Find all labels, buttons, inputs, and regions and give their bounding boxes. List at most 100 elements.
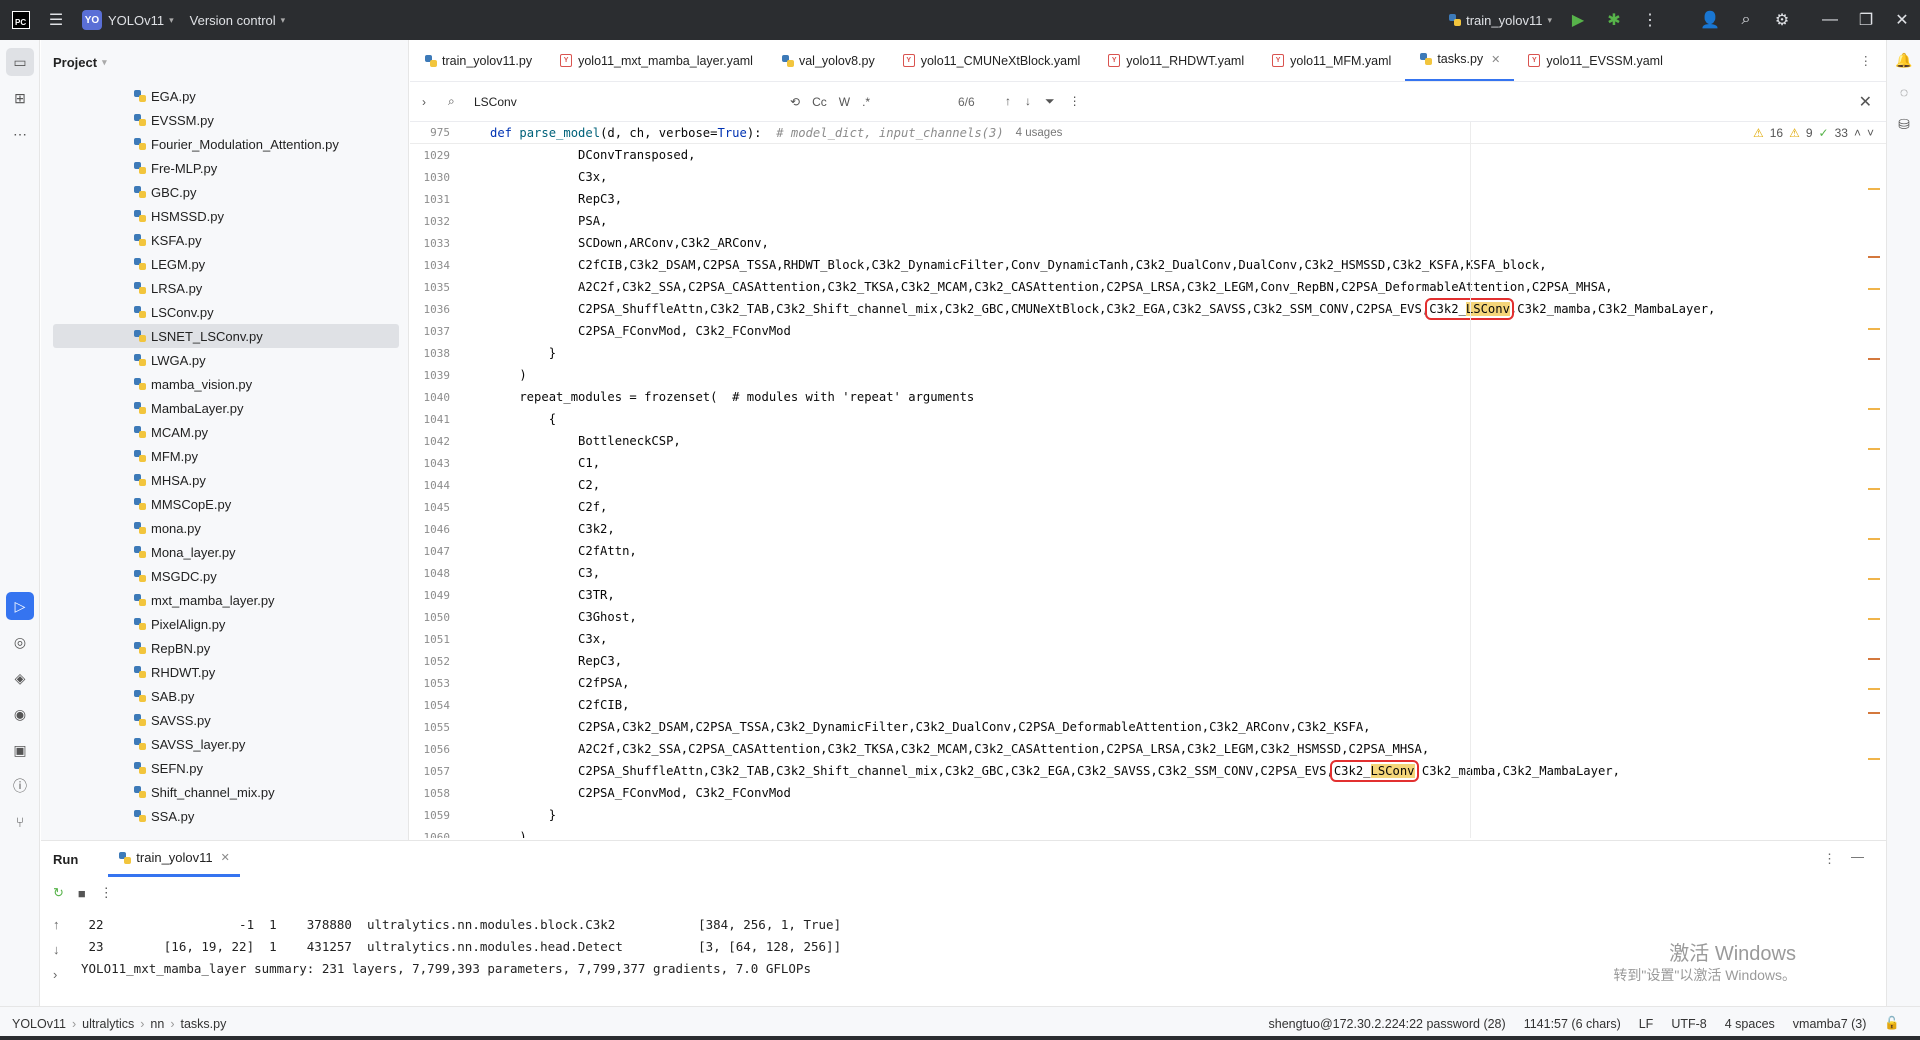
tree-item-file[interactable]: LSNET_LSConv.py <box>53 324 399 348</box>
breadcrumb-item[interactable]: tasks.py <box>180 1017 226 1031</box>
tree-item-file[interactable]: KSFA.py <box>53 228 399 252</box>
code-line[interactable]: 1049 C3TR, <box>410 584 1886 606</box>
code-line[interactable]: 1035 A2C2f,C3k2_SSA,C2PSA_CASAttention,C… <box>410 276 1886 298</box>
breadcrumb-item[interactable]: YOLOv11 <box>12 1017 66 1031</box>
code-line[interactable]: 1052 RepC3, <box>410 650 1886 672</box>
project-switcher[interactable]: YO YOLOv11 ▾ <box>74 0 182 40</box>
terminal-icon[interactable]: ▣ <box>6 736 34 764</box>
code-line[interactable]: 1042 BottleneckCSP, <box>410 430 1886 452</box>
minimize-panel-icon[interactable]: — <box>1851 849 1864 864</box>
rerun-icon[interactable]: ↻ <box>53 885 64 901</box>
tree-item-file[interactable]: HSMSSD.py <box>53 204 399 228</box>
indent-setting[interactable]: 4 spaces <box>1725 1017 1775 1031</box>
more-vertical-icon[interactable]: ⋮ <box>100 885 113 901</box>
editor-tab[interactable]: Yyolo11_EVSSM.yaml <box>1514 40 1677 81</box>
tree-item-file[interactable]: mona.py <box>53 516 399 540</box>
run-icon[interactable]: ▶ <box>1560 0 1596 40</box>
tree-item-file[interactable]: LEGM.py <box>53 252 399 276</box>
add-user-icon[interactable]: 👤 <box>1692 0 1728 40</box>
editor-tab[interactable]: val_yolov8.py <box>767 40 889 81</box>
code-line[interactable]: 1054 C2fCIB, <box>410 694 1886 716</box>
main-menu-icon[interactable]: ☰ <box>38 0 74 40</box>
sticky-function-header[interactable]: 975 def parse_model(d, ch, verbose=True)… <box>410 122 1886 144</box>
structure-icon[interactable]: ⊞ <box>6 84 34 112</box>
stop-icon[interactable]: ■ <box>78 886 86 901</box>
tree-item-file[interactable]: SEFN.py <box>53 756 399 780</box>
tree-item-file[interactable]: SAVSS_layer.py <box>53 732 399 756</box>
find-input[interactable]: LSConv <box>474 95 774 109</box>
file-encoding[interactable]: UTF-8 <box>1671 1017 1706 1031</box>
services-icon[interactable]: ◉ <box>6 700 34 728</box>
tree-item-file[interactable]: EGA.py <box>53 84 399 108</box>
search-icon[interactable]: ⌕ <box>1728 0 1764 40</box>
editor-tab[interactable]: Yyolo11_RHDWT.yaml <box>1094 40 1258 81</box>
code-line[interactable]: 1046 C3k2, <box>410 518 1886 540</box>
whole-word-toggle[interactable]: W <box>839 95 850 109</box>
editor-tab[interactable]: Yyolo11_mxt_mamba_layer.yaml <box>546 40 767 81</box>
tree-item-file[interactable]: MMSCopE.py <box>53 492 399 516</box>
line-separator[interactable]: LF <box>1639 1017 1654 1031</box>
close-tab-icon[interactable]: ✕ <box>1491 53 1500 66</box>
remote-host[interactable]: shengtuo@172.30.2.224:22 password (28) <box>1269 1017 1506 1031</box>
code-line[interactable]: 1034 C2fCIB,C3k2_DSAM,C2PSA_TSSA,RHDWT_B… <box>410 254 1886 276</box>
breadcrumb-item[interactable]: nn <box>150 1017 164 1031</box>
tree-item-file[interactable]: MambaLayer.py <box>53 396 399 420</box>
editor-tab[interactable]: Yyolo11_CMUNeXtBlock.yaml <box>889 40 1095 81</box>
code-line[interactable]: 1038 } <box>410 342 1886 364</box>
tree-item-file[interactable]: Fourier_Modulation_Attention.py <box>53 132 399 156</box>
tree-item-file[interactable]: Shift_channel_mix.py <box>53 780 399 804</box>
code-line[interactable]: 1037 C2PSA_FConvMod, C3k2_FConvMod <box>410 320 1886 342</box>
layers-icon[interactable]: ◈ <box>6 664 34 692</box>
console-output[interactable]: 22 -1 1 378880 ultralytics.nn.modules.bl… <box>81 913 841 979</box>
tree-item-file[interactable]: RepBN.py <box>53 636 399 660</box>
code-view[interactable]: 975 def parse_model(d, ch, verbose=True)… <box>410 122 1886 838</box>
tree-item-file[interactable]: Fre-MLP.py <box>53 156 399 180</box>
code-line[interactable]: 1050 C3Ghost, <box>410 606 1886 628</box>
tree-item-file[interactable]: SAB.py <box>53 684 399 708</box>
expand-icon[interactable]: › <box>53 967 60 982</box>
filter-icon[interactable]: ⏷ <box>1045 94 1055 109</box>
breadcrumb-item[interactable]: ultralytics <box>82 1017 134 1031</box>
history-icon[interactable]: ⟲ <box>790 95 800 109</box>
tree-item-file[interactable]: MCAM.py <box>53 420 399 444</box>
code-line[interactable]: 1043 C1, <box>410 452 1886 474</box>
tree-item-file[interactable]: LWGA.py <box>53 348 399 372</box>
scroll-up-icon[interactable]: ↑ <box>53 917 60 932</box>
usages-hint[interactable]: 4 usages <box>1016 127 1063 139</box>
regex-toggle[interactable]: .* <box>862 95 870 109</box>
more-vertical-icon[interactable]: ⋮ <box>1823 851 1836 867</box>
code-line[interactable]: 1030 C3x, <box>410 166 1886 188</box>
tree-item-file[interactable]: LRSA.py <box>53 276 399 300</box>
expand-icon[interactable]: › <box>422 95 426 109</box>
tree-item-file[interactable]: SAVSS.py <box>53 708 399 732</box>
run-tab-train[interactable]: train_yolov11 ✕ <box>108 841 240 877</box>
tree-item-file[interactable]: MHSA.py <box>53 468 399 492</box>
match-case-toggle[interactable]: Cc <box>812 95 827 109</box>
settings-gear-icon[interactable]: ⚙ <box>1764 0 1800 40</box>
tree-item-file[interactable]: SSA.py <box>53 804 399 828</box>
code-line[interactable]: 1053 C2fPSA, <box>410 672 1886 694</box>
run-tool-icon[interactable]: ▷ <box>6 592 34 620</box>
error-stripe[interactable] <box>1868 122 1882 838</box>
editor-tab[interactable]: tasks.py ✕ <box>1405 40 1515 81</box>
code-line[interactable]: 1029 DConvTransposed, <box>410 144 1886 166</box>
more-vertical-icon[interactable]: ⋮ <box>1069 94 1081 109</box>
debug-icon[interactable]: ✱ <box>1596 0 1632 40</box>
tree-item-file[interactable]: GBC.py <box>53 180 399 204</box>
code-line[interactable]: 1033 SCDown,ARConv,C3k2_ARConv, <box>410 232 1886 254</box>
tree-item-file[interactable]: MSGDC.py <box>53 564 399 588</box>
cursor-position[interactable]: 1141:57 (6 chars) <box>1524 1017 1621 1031</box>
vcs-menu[interactable]: Version control ▾ <box>182 0 294 40</box>
minimize-icon[interactable]: — <box>1812 0 1848 40</box>
code-line[interactable]: 1036 C2PSA_ShuffleAttn,C3k2_TAB,C3k2_Shi… <box>410 298 1886 320</box>
problems-icon[interactable]: ⓘ <box>6 772 34 800</box>
notifications-bell-icon[interactable]: 🔔 <box>1892 48 1916 72</box>
more-horizontal-icon[interactable]: ⋯ <box>6 120 34 148</box>
git-icon[interactable]: ⑂ <box>6 808 34 836</box>
chevron-up-icon[interactable]: ˄ <box>1854 126 1861 140</box>
tree-item-file[interactable]: mxt_mamba_layer.py <box>53 588 399 612</box>
code-line[interactable]: 1041 { <box>410 408 1886 430</box>
close-find-icon[interactable]: ✕ <box>1859 92 1872 112</box>
more-vertical-icon[interactable]: ⋮ <box>1632 0 1668 40</box>
tree-item-file[interactable]: mamba_vision.py <box>53 372 399 396</box>
